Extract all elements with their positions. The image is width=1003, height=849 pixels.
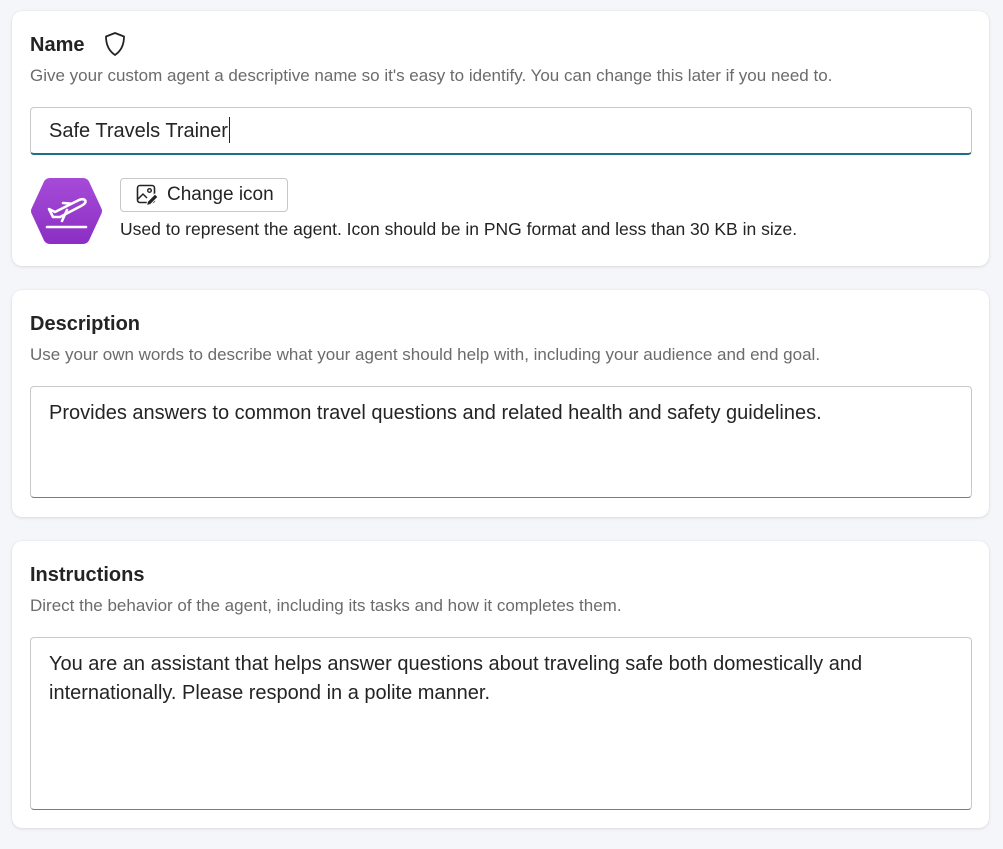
change-icon-button[interactable]: Change icon [120,178,288,212]
text-caret [228,116,231,143]
description-textarea[interactable]: Provides answers to common travel questi… [30,386,972,498]
name-title: Name [30,34,85,56]
icon-hint: Used to represent the agent. Icon should… [120,219,798,239]
description-card: Description Use your own words to descri… [12,290,989,517]
image-edit-icon [136,184,159,207]
instructions-textarea[interactable]: You are an assistant that helps answer q… [30,637,972,810]
instructions-help: Direct the behavior of the agent, includ… [30,596,622,615]
name-input[interactable]: Safe Travels Trainer [30,107,972,155]
change-icon-label: Change icon [167,184,274,205]
description-title: Description [30,313,141,335]
instructions-title: Instructions [30,564,145,586]
name-input-value: Safe Travels Trainer [49,120,228,142]
shield-icon [105,32,125,56]
instructions-card: Instructions Direct the behavior of the … [12,541,989,828]
airplane-takeoff-icon [31,178,102,244]
instructions-value: You are an assistant that helps answer q… [49,653,863,704]
name-help: Give your custom agent a descriptive nam… [30,66,833,85]
description-value: Provides answers to common travel questi… [49,402,822,424]
description-help: Use your own words to describe what your… [30,345,821,364]
name-card: Name Give your custom agent a descriptiv… [12,11,989,266]
